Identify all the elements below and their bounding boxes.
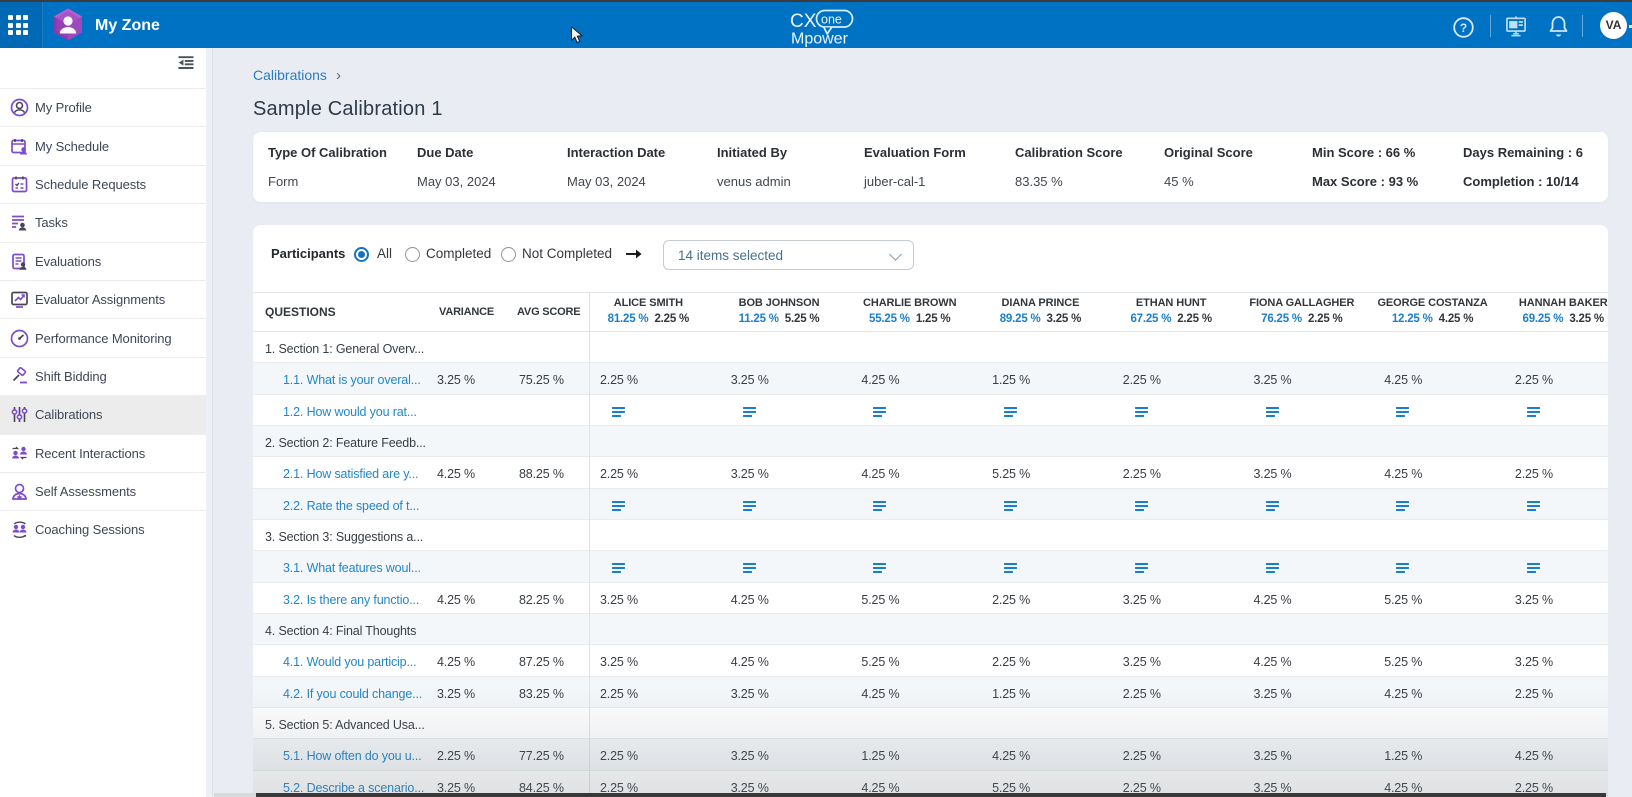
svg-text:CX: CX [790, 11, 817, 32]
svg-text:?: ? [1460, 21, 1467, 35]
svg-text:Mpower: Mpower [791, 31, 849, 48]
svg-text:one: one [821, 13, 842, 27]
